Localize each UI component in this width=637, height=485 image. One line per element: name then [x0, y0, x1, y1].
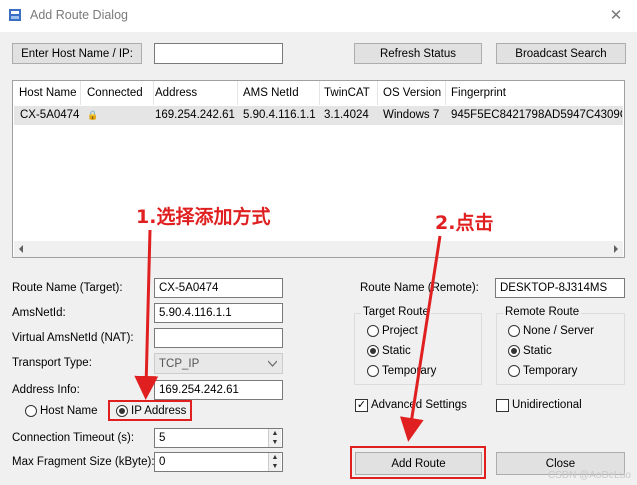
annotation-arrows	[134, 229, 442, 442]
step1-arrow	[134, 229, 159, 400]
watermark: CSDN @AoDeLuo	[548, 470, 631, 481]
step2-arrow	[399, 235, 442, 442]
